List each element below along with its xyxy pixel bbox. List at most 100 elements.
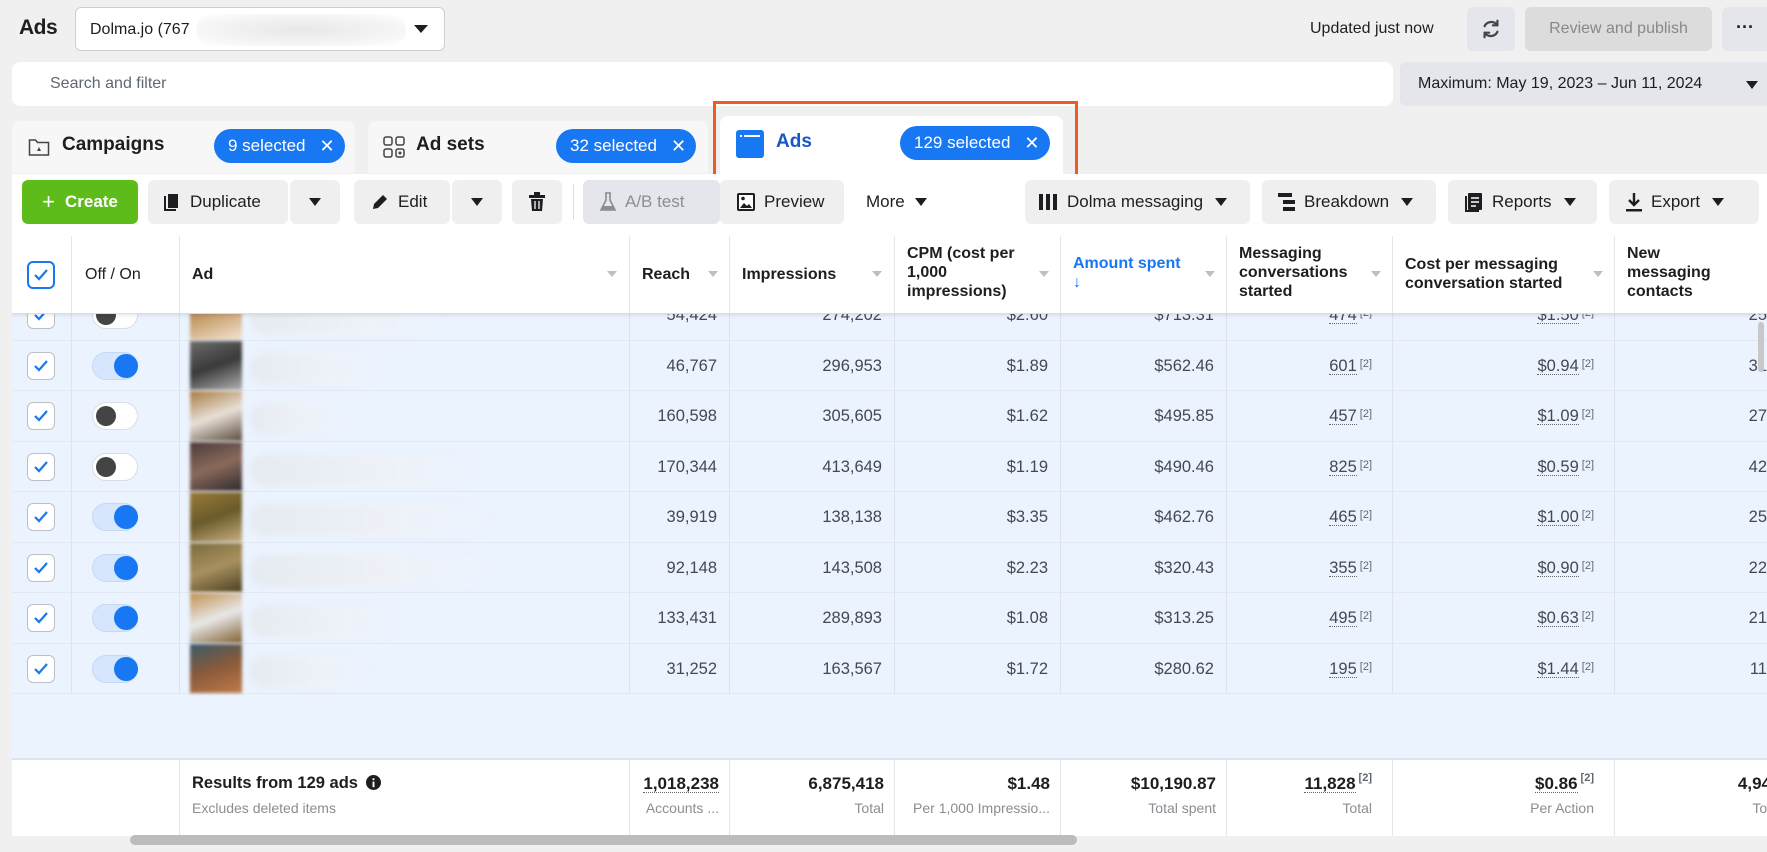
ad-sets-selected-pill[interactable]: 32 selected ✕ (556, 129, 697, 163)
ads-selected-pill[interactable]: 129 selected ✕ (900, 126, 1050, 160)
more-button[interactable]: More (852, 180, 952, 224)
ad-thumbnail (190, 391, 242, 441)
ad-name-cell[interactable] (180, 542, 630, 592)
tab-ads[interactable]: Ads 129 selected ✕ (720, 116, 1063, 176)
ad-status-toggle[interactable] (92, 452, 138, 481)
impressions-header-label: Impressions (742, 266, 837, 283)
row-checkbox[interactable] (27, 503, 55, 531)
create-button[interactable]: + Create (22, 180, 138, 224)
sort-icon[interactable] (1371, 271, 1381, 277)
column-header-reach[interactable]: Reach (630, 236, 730, 314)
search-and-filter-input[interactable]: Search and filter (12, 62, 1393, 106)
ad-name-cell[interactable] (180, 643, 630, 693)
column-header-new-messaging-contacts[interactable]: New messaging contacts (1615, 236, 1767, 314)
close-icon[interactable]: ✕ (1024, 133, 1039, 154)
row-checkbox[interactable] (27, 351, 55, 380)
cell-value: $1.08 (1006, 609, 1048, 627)
ad-name-cell[interactable] (180, 492, 630, 542)
row-checkbox[interactable] (27, 604, 55, 632)
ad-status-toggle[interactable] (92, 503, 138, 531)
columns-preset-button[interactable]: Dolma messaging (1025, 180, 1250, 224)
toggle-knob (96, 406, 116, 426)
vertical-scrollbar[interactable] (1758, 322, 1764, 372)
campaigns-selected-pill[interactable]: 9 selected ✕ (214, 129, 345, 163)
reports-button[interactable]: Reports (1448, 180, 1597, 224)
table-row[interactable]: 170,344 413,649 $1.19 $490.46 825 [2] $0.59 [2]… (12, 441, 1767, 492)
checkmark-icon (34, 612, 48, 624)
ad-status-toggle[interactable] (92, 654, 138, 683)
cell-value: $1.19 (1006, 457, 1048, 476)
summary-cost-per-text: $0.86 (1535, 774, 1578, 793)
sort-icon[interactable] (708, 271, 718, 277)
summary-new-contacts: 4,94 Tot (1615, 760, 1767, 836)
ab-test-button[interactable]: A/B test (583, 180, 720, 224)
close-icon[interactable]: ✕ (320, 136, 335, 157)
column-header-off-on[interactable]: Off / On (72, 236, 180, 314)
review-and-publish-button[interactable]: Review and publish (1525, 7, 1712, 51)
summary-reach-value: 1,018,238 (643, 774, 719, 794)
column-header-messaging-conversations[interactable]: Messaging conversations started (1227, 236, 1393, 314)
sort-icon[interactable] (1039, 271, 1049, 277)
ad-name-cell[interactable] (180, 593, 630, 643)
row-checkbox[interactable] (27, 452, 55, 481)
column-header-cost-per-messaging[interactable]: Cost per messaging conversation started (1393, 236, 1615, 314)
row-toggle-cell (72, 441, 180, 491)
refresh-button[interactable] (1467, 7, 1515, 51)
sort-icon[interactable] (1593, 271, 1603, 277)
preview-button[interactable]: Preview (720, 180, 844, 224)
search-placeholder: Search and filter (50, 75, 167, 92)
row-checkbox[interactable] (27, 553, 55, 582)
horizontal-scrollbar[interactable] (130, 835, 1077, 845)
ad-status-toggle[interactable] (92, 402, 138, 430)
row-checkbox[interactable] (27, 402, 55, 430)
column-header-impressions[interactable]: Impressions (730, 236, 895, 314)
table-row[interactable]: 160,598 305,605 $1.62 $495.85 457 [2] $1.09 [2]… (12, 391, 1767, 442)
cell-impressions: 163,567 (730, 643, 895, 693)
sort-icon[interactable] (872, 271, 882, 277)
date-range-picker[interactable]: Maximum: May 19, 2023 – Jun 11, 2024 (1400, 62, 1767, 106)
row-toggle-cell (72, 391, 180, 441)
tab-campaigns[interactable]: Campaigns 9 selected ✕ (12, 121, 355, 173)
row-checkbox[interactable] (27, 654, 55, 683)
ad-name-cell[interactable] (180, 441, 630, 491)
select-all-checkbox[interactable] (27, 261, 55, 289)
table-row[interactable]: 39,919 138,138 $3.35 $462.76 465 [2] $1.00 [2] 2… (12, 492, 1767, 543)
summary-convos-value: 11,828 [2] (1304, 772, 1372, 794)
cell-new-contacts: 42 (1615, 442, 1767, 492)
more-options-button[interactable]: ··· (1722, 7, 1767, 51)
cell-convos: 601 [2] (1227, 340, 1393, 390)
edit-button[interactable]: Edit (354, 180, 450, 224)
column-header-ad[interactable]: Ad (180, 236, 630, 314)
ad-name-cell[interactable] (180, 391, 630, 441)
ad-status-toggle[interactable] (92, 553, 138, 582)
footnote-marker: [2] (1359, 408, 1372, 420)
column-header-cpm[interactable]: CPM (cost per 1,000 impressions) (895, 236, 1061, 314)
duplicate-button[interactable]: Duplicate (148, 180, 288, 224)
account-selector[interactable]: Dolma.jo (767 (75, 7, 445, 51)
table-row[interactable]: 31,252 163,567 $1.72 $280.62 195 [2] $1.44 [2] 1… (12, 643, 1767, 694)
ad-status-toggle[interactable] (92, 351, 138, 380)
tab-ad-sets[interactable]: Ad sets 32 selected ✕ (368, 121, 708, 173)
cell-value: 825 (1329, 457, 1357, 476)
table-row[interactable]: 133,431 289,893 $1.08 $313.25 495 [2] $0.63 [2]… (12, 593, 1767, 644)
cell-value: 31,252 (666, 659, 717, 678)
ad-name-cell[interactable] (180, 340, 630, 390)
close-icon[interactable]: ✕ (671, 136, 686, 157)
sort-icon[interactable] (607, 271, 617, 277)
export-button[interactable]: Export (1609, 180, 1759, 224)
table-row[interactable]: 46,767296,953$1.89$562.46601[2]$0.94[2]3… (12, 340, 1767, 391)
duplicate-dropdown-button[interactable] (290, 180, 340, 224)
footnote-marker: [2] (1581, 509, 1594, 521)
duplicate-icon (162, 192, 182, 212)
breakdown-button[interactable]: Breakdown (1262, 180, 1436, 224)
sort-icon[interactable] (1205, 271, 1215, 277)
table-row[interactable]: 92,148 143,508 $2.23 $320.43 355 [2] $0.90 [2] 2… (12, 542, 1767, 593)
ad-status-toggle[interactable] (92, 604, 138, 632)
column-header-amount-spent[interactable]: Amount spent ↓ (1061, 236, 1227, 314)
edit-dropdown-button[interactable] (452, 180, 502, 224)
delete-button[interactable] (512, 180, 562, 224)
cell-impressions: 289,893 (730, 593, 895, 643)
info-icon[interactable] (365, 775, 381, 790)
cell-cpm: $2.23 (895, 542, 1061, 592)
messaging-conversations-header-label: Messaging conversations started (1239, 244, 1347, 301)
